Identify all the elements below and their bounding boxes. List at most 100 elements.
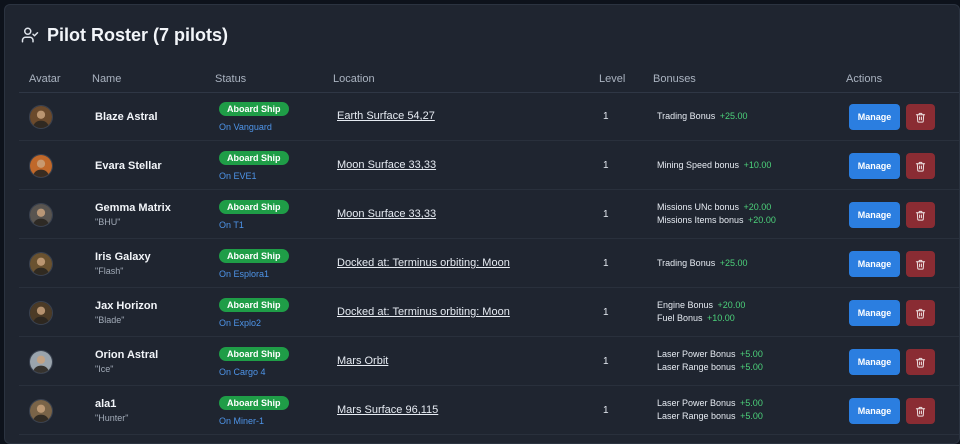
pilot-nickname: "BHU" — [95, 217, 121, 227]
bonus-value: +25.00 — [717, 258, 748, 268]
pilot-portrait-icon — [30, 106, 52, 128]
column-header-avatar: Avatar — [29, 73, 61, 85]
bonus-label: Laser Range bonus — [657, 362, 736, 372]
bonus-value: +20.00 — [741, 202, 772, 212]
pilot-portrait-icon — [30, 204, 52, 226]
pilot-avatar — [29, 252, 53, 276]
trash-icon — [915, 210, 926, 221]
ship-link[interactable]: On Cargo 4 — [219, 367, 266, 377]
pilot-nickname: "Blade" — [95, 315, 125, 325]
pilot-name: Gemma Matrix — [95, 202, 171, 214]
bonus-label: Missions UNc bonus — [657, 202, 740, 212]
location-link[interactable]: Earth Surface 54,27 — [337, 110, 435, 122]
manage-button[interactable]: Manage — [849, 300, 900, 326]
delete-button[interactable] — [906, 398, 935, 424]
status-badge: Aboard Ship — [219, 249, 289, 263]
bonus-item: Trading Bonus +25.00 — [657, 111, 747, 121]
delete-button[interactable] — [906, 300, 935, 326]
ship-link[interactable]: On EVE1 — [219, 171, 257, 181]
pilot-avatar — [29, 399, 53, 423]
manage-button[interactable]: Manage — [849, 349, 900, 375]
manage-button[interactable]: Manage — [849, 202, 900, 228]
bonus-item: Laser Range bonus +5.00 — [657, 411, 763, 421]
bonus-item: Laser Power Bonus +5.00 — [657, 398, 763, 408]
pilot-avatar — [29, 154, 53, 178]
status-badge: Aboard Ship — [219, 347, 289, 361]
location-link[interactable]: Mars Surface 96,115 — [337, 404, 438, 416]
pilot-portrait-icon — [30, 351, 52, 373]
table-row: Iris Galaxy "Flash" Aboard Ship On Esplo… — [19, 240, 959, 288]
bonus-value: +5.00 — [737, 411, 763, 421]
bonus-value: +10.00 — [741, 160, 772, 170]
pilot-level: 1 — [603, 356, 609, 367]
column-header-name: Name — [92, 73, 122, 85]
bonus-item: Laser Range bonus +5.00 — [657, 362, 763, 372]
bonus-item: Laser Power Bonus +5.00 — [657, 349, 763, 359]
status-badge: Aboard Ship — [219, 151, 289, 165]
ship-link[interactable]: On T1 — [219, 220, 244, 230]
bonus-label: Trading Bonus — [657, 111, 716, 121]
delete-button[interactable] — [906, 104, 935, 130]
status-badge: Aboard Ship — [219, 102, 289, 116]
location-link[interactable]: Moon Surface 33,33 — [337, 159, 436, 171]
pilot-name: Evara Stellar — [95, 160, 162, 172]
pilot-level: 1 — [603, 209, 609, 220]
bonus-label: Laser Power Bonus — [657, 349, 736, 359]
pilot-nickname: "Hunter" — [95, 413, 129, 423]
bonus-value: +5.00 — [737, 362, 763, 372]
manage-button[interactable]: Manage — [849, 153, 900, 179]
bonus-label: Missions Items bonus — [657, 215, 744, 225]
table-header: Avatar Name Status Location Level Bonuse… — [19, 63, 959, 93]
trash-icon — [915, 259, 926, 270]
table-row: Orion Astral "Ice" Aboard Ship On Cargo … — [19, 338, 959, 386]
pilot-avatar — [29, 105, 53, 129]
table-row: ala1 "Hunter" Aboard Ship On Miner-1 Mar… — [19, 387, 959, 435]
bonus-value: +10.00 — [704, 313, 735, 323]
pilot-name: Orion Astral — [95, 349, 159, 361]
bonus-value: +25.00 — [717, 111, 748, 121]
table-row: Evara Stellar Aboard Ship On EVE1 Moon S… — [19, 142, 959, 190]
delete-button[interactable] — [906, 349, 935, 375]
status-badge: Aboard Ship — [219, 298, 289, 312]
bonus-item: Mining Speed bonus +10.00 — [657, 160, 771, 170]
pilot-level: 1 — [603, 258, 609, 269]
pilot-nickname: "Flash" — [95, 266, 124, 276]
pilot-avatar — [29, 203, 53, 227]
location-link[interactable]: Docked at: Terminus orbiting: Moon — [337, 306, 510, 318]
user-check-icon — [21, 27, 39, 43]
bonus-label: Trading Bonus — [657, 258, 716, 268]
ship-link[interactable]: On Esplora1 — [219, 269, 269, 279]
location-link[interactable]: Docked at: Terminus orbiting: Moon — [337, 257, 510, 269]
table-row: Gemma Matrix "BHU" Aboard Ship On T1 Moo… — [19, 191, 959, 239]
ship-link[interactable]: On Explo2 — [219, 318, 261, 328]
pilot-nickname: "Ice" — [95, 364, 114, 374]
pilot-name: Blaze Astral — [95, 111, 158, 123]
location-link[interactable]: Mars Orbit — [337, 355, 388, 367]
ship-link[interactable]: On Vanguard — [219, 122, 272, 132]
pilot-name: ala1 — [95, 398, 117, 410]
bonus-value: +5.00 — [737, 398, 763, 408]
delete-button[interactable] — [906, 153, 935, 179]
pilot-roster-panel: Pilot Roster (7 pilots) Avatar Name Stat… — [4, 4, 960, 444]
delete-button[interactable] — [906, 251, 935, 277]
trash-icon — [915, 406, 926, 417]
bonus-label: Laser Range bonus — [657, 411, 736, 421]
status-badge: Aboard Ship — [219, 396, 289, 410]
location-link[interactable]: Moon Surface 33,33 — [337, 208, 436, 220]
pilot-level: 1 — [603, 405, 609, 416]
pilot-avatar — [29, 301, 53, 325]
page-title: Pilot Roster (7 pilots) — [47, 24, 229, 45]
pilot-portrait-icon — [30, 400, 52, 422]
status-badge: Aboard Ship — [219, 200, 289, 214]
pilot-level: 1 — [603, 160, 609, 171]
pilot-portrait-icon — [30, 253, 52, 275]
delete-button[interactable] — [906, 202, 935, 228]
manage-button[interactable]: Manage — [849, 251, 900, 277]
pilot-level: 1 — [603, 111, 609, 122]
manage-button[interactable]: Manage — [849, 398, 900, 424]
column-header-location: Location — [333, 73, 375, 85]
ship-link[interactable]: On Miner-1 — [219, 416, 264, 426]
trash-icon — [915, 357, 926, 368]
manage-button[interactable]: Manage — [849, 104, 900, 130]
pilot-name: Iris Galaxy — [95, 251, 151, 263]
